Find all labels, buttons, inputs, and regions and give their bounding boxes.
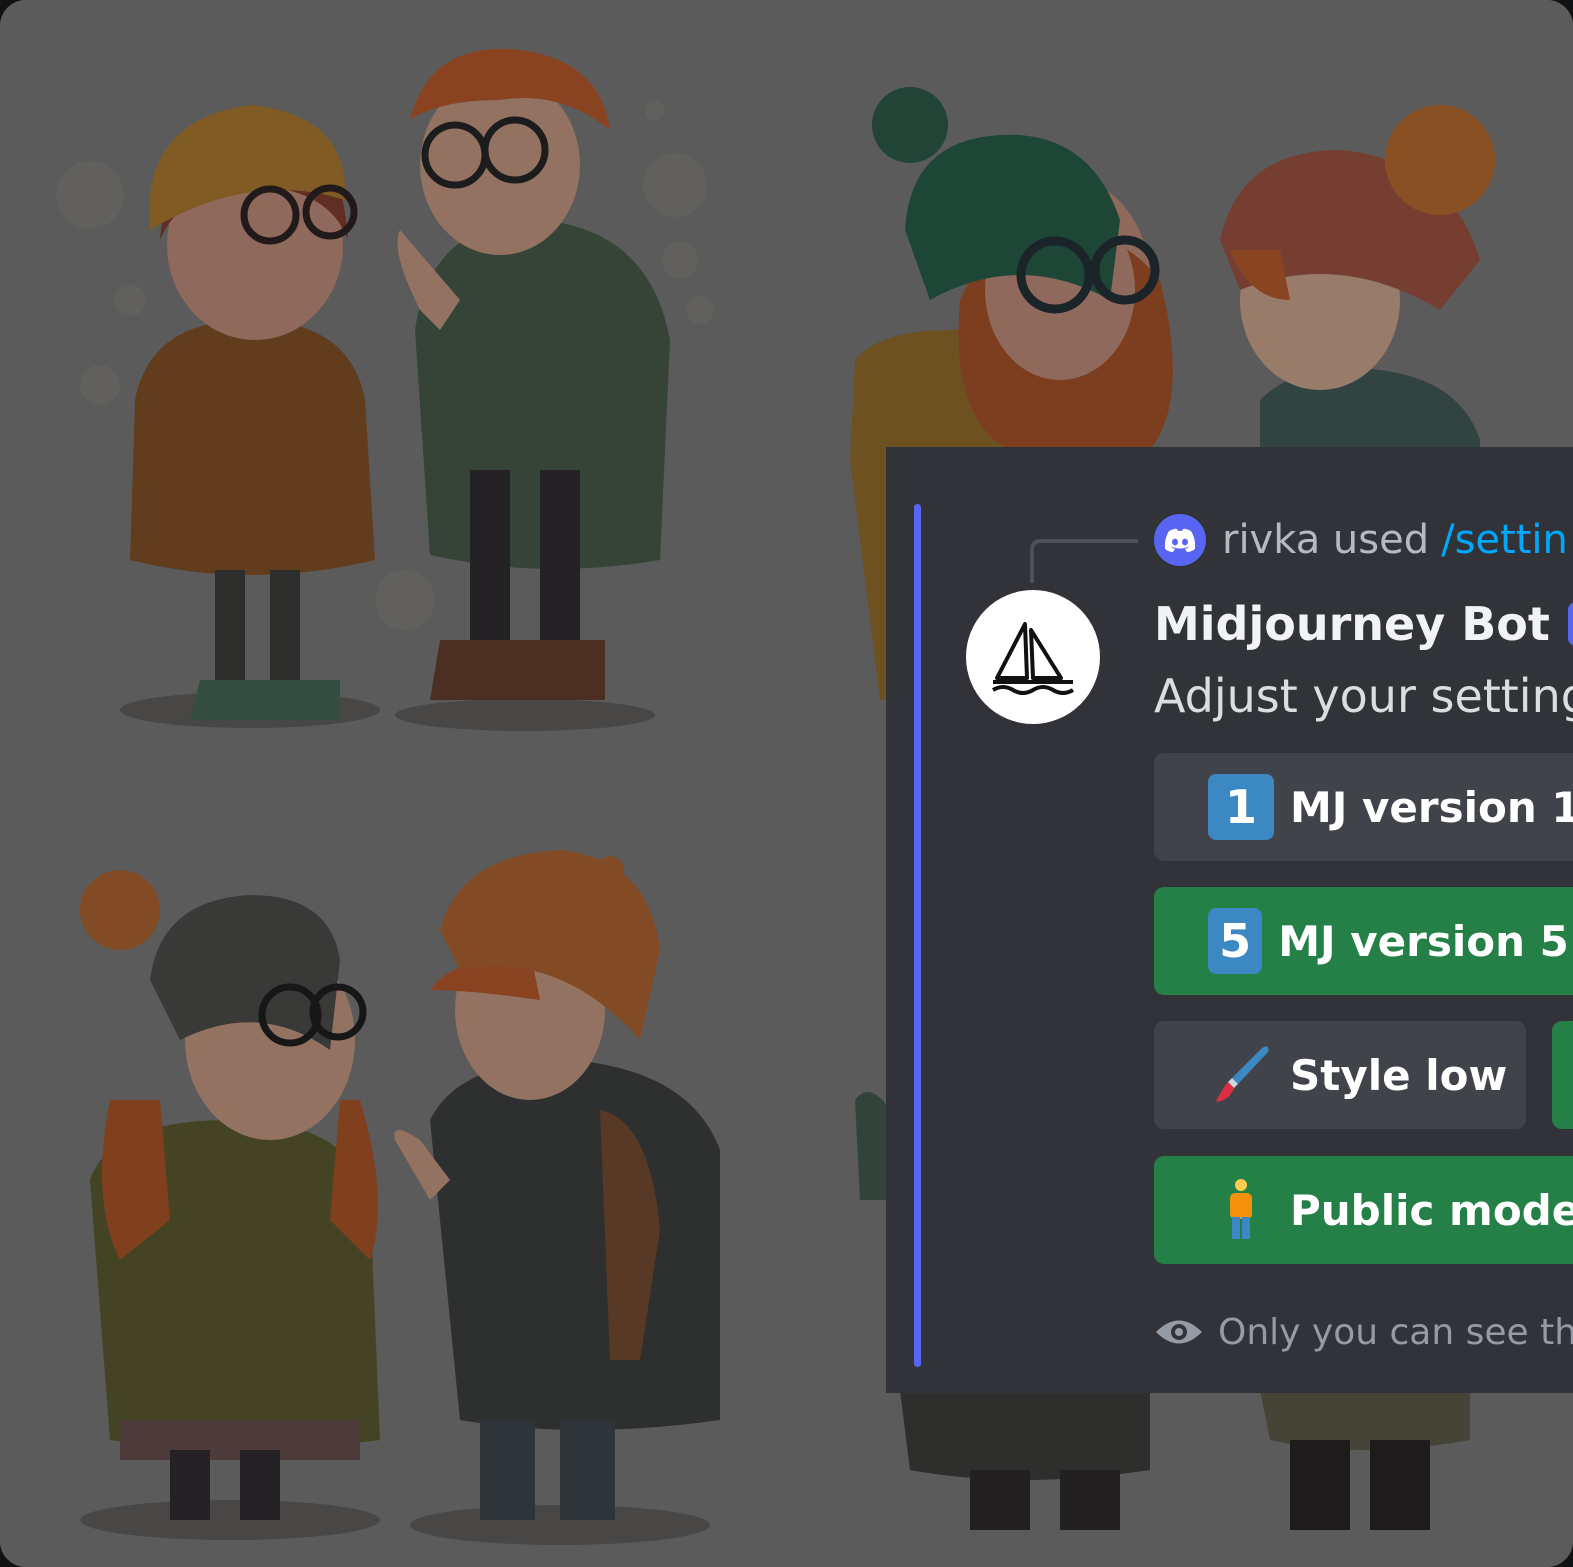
bot-avatar[interactable]	[966, 590, 1100, 724]
eye-icon	[1156, 1320, 1202, 1344]
discord-logo-icon	[1154, 514, 1206, 566]
discord-message-panel: rivka used /settin Midjourney Bot Adjust…	[886, 447, 1573, 1393]
ephemeral-notice: Only you can see thi	[1154, 1307, 1573, 1357]
message-text: Adjust your setting	[1154, 669, 1573, 723]
keycap-5-icon: 5	[1208, 908, 1263, 974]
reply-connector-line	[1030, 539, 1138, 583]
style-low-label: Style low	[1290, 1050, 1508, 1100]
ephemeral-notice-text: Only you can see thi	[1218, 1311, 1573, 1353]
keycap-1-icon: 1	[1208, 774, 1274, 840]
paintbrush-icon	[1208, 1042, 1274, 1108]
style-low-button[interactable]: Style low	[1154, 1021, 1526, 1129]
public-mode-label: Public mode	[1290, 1185, 1573, 1235]
mj-version-1-button[interactable]: 1 MJ version 1	[1154, 753, 1573, 861]
author-row: Midjourney Bot	[1154, 593, 1573, 655]
checkmark-icon	[1567, 602, 1573, 646]
screenshot-frame: rivka used /settin Midjourney Bot Adjust…	[0, 0, 1573, 1567]
style-option-button[interactable]	[1552, 1021, 1573, 1129]
person-icon	[1208, 1177, 1274, 1243]
ephemeral-accent-bar	[914, 504, 921, 1367]
author-name[interactable]: Midjourney Bot	[1154, 597, 1550, 651]
reply-username: rivka used	[1222, 517, 1430, 563]
mj-version-5-1-button[interactable]: 5 MJ version 5.1	[1154, 887, 1573, 995]
reply-command[interactable]: /settin	[1441, 517, 1568, 563]
mj-version-5-1-label: MJ version 5.1	[1278, 916, 1573, 966]
mj-version-1-label: MJ version 1	[1290, 782, 1573, 832]
sailboat-icon	[991, 622, 1075, 695]
reply-reference[interactable]: rivka used /settin	[1154, 511, 1568, 569]
public-mode-button[interactable]: Public mode	[1154, 1156, 1573, 1264]
